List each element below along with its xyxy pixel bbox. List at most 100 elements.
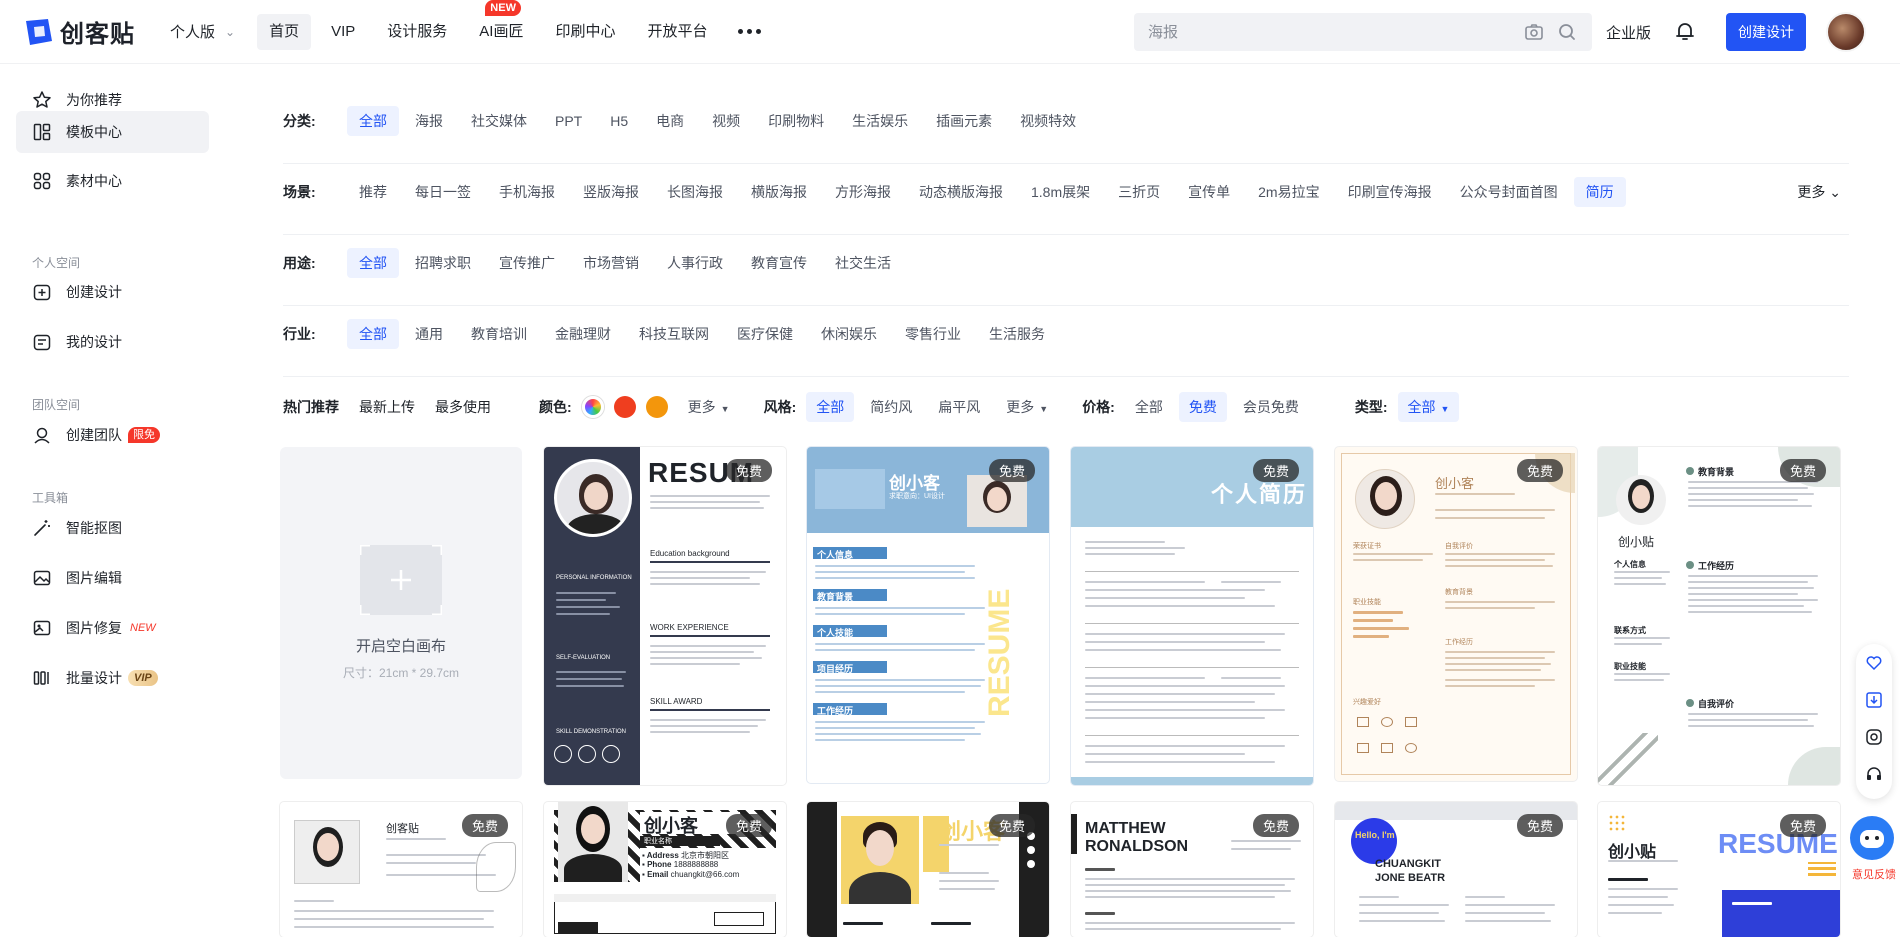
scene-option[interactable]: 方形海报 <box>823 177 903 207</box>
scene-option[interactable]: 动态横版海报 <box>907 177 1015 207</box>
industry-option[interactable]: 生活服务 <box>977 319 1057 349</box>
style-all[interactable]: 全部 <box>806 392 855 422</box>
sidebar-item-my-designs[interactable]: 我的设计 <box>16 321 209 363</box>
category-option[interactable]: 视频特效 <box>1008 106 1088 136</box>
color-more-button[interactable]: 更多 ▼ <box>678 392 740 422</box>
template-card[interactable]: 免费 Hello, I'm CHUANGKIT JONE BEATR <box>1335 802 1577 937</box>
scene-option[interactable]: 简历 <box>1573 177 1626 207</box>
style-minimal[interactable]: 简约风 <box>860 392 922 422</box>
industry-option[interactable]: 金融理财 <box>543 319 623 349</box>
scene-option[interactable]: 长图海报 <box>655 177 735 207</box>
color-orange-swatch[interactable] <box>645 396 668 418</box>
industry-option[interactable]: 医疗保健 <box>725 319 805 349</box>
industry-option[interactable]: 全部 <box>347 319 399 349</box>
sidebar-item-templates[interactable]: 模板中心 <box>16 111 209 153</box>
nav-item-open-platform[interactable]: 开放平台 <box>636 14 720 50</box>
sidebar-item-image-edit[interactable]: 图片编辑 <box>16 557 209 599</box>
headset-icon[interactable] <box>1856 755 1892 792</box>
search-input[interactable] <box>1134 23 1524 41</box>
nav-item-ai-artisan[interactable]: AI画匠 NEW <box>467 0 535 50</box>
scene-option[interactable]: 印刷宣传海报 <box>1336 177 1444 207</box>
usage-option[interactable]: 全部 <box>347 248 399 278</box>
industry-option[interactable]: 通用 <box>403 319 455 349</box>
create-design-button[interactable]: 创建设计 <box>1726 13 1806 51</box>
sort-newest[interactable]: 最新上传 <box>359 397 415 417</box>
camera-icon[interactable] <box>1524 22 1544 42</box>
category-option[interactable]: 社交媒体 <box>459 106 539 136</box>
industry-option[interactable]: 科技互联网 <box>627 319 721 349</box>
download-icon[interactable] <box>1856 681 1892 718</box>
usage-option[interactable]: 社交生活 <box>823 248 903 278</box>
usage-option[interactable]: 招聘求职 <box>403 248 483 278</box>
template-card[interactable]: 免费 个人简历 <box>1071 447 1313 785</box>
industry-option[interactable]: 休闲娱乐 <box>809 319 889 349</box>
favorite-icon[interactable] <box>1856 644 1892 681</box>
bell-icon[interactable] <box>1674 20 1696 42</box>
nav-item-home[interactable]: 首页 <box>257 13 312 50</box>
sidebar-item-batch-design[interactable]: 批量设计 VIP <box>16 657 209 699</box>
template-card[interactable]: 免费 创小客 荣获证书 自我评价 职业技能 教育背景 工作经历 兴趣爱好 <box>1335 447 1577 781</box>
category-option[interactable]: 印刷物料 <box>756 106 836 136</box>
price-all[interactable]: 全部 <box>1125 392 1173 422</box>
usage-option[interactable]: 宣传推广 <box>487 248 567 278</box>
scene-option[interactable]: 横版海报 <box>739 177 819 207</box>
sidebar-item-create-team[interactable]: 创建团队 限免 <box>16 414 209 456</box>
category-option[interactable]: 全部 <box>347 106 399 136</box>
blank-canvas-card[interactable]: 开启空白画布 尺寸：21cm * 29.7cm <box>280 447 522 779</box>
template-card[interactable]: 免费 创小客 职业名称 ▪ Address 北京市朝阳区 ▪ Phone 188… <box>544 802 786 937</box>
color-red-swatch[interactable] <box>613 396 636 418</box>
color-all-swatch[interactable] <box>581 396 604 418</box>
sort-most-used[interactable]: 最多使用 <box>435 397 491 417</box>
category-option[interactable]: H5 <box>598 106 640 136</box>
template-card[interactable]: 免费 创小贴 RESUME <box>1598 802 1840 937</box>
sidebar-item-image-repair[interactable]: 图片修复 NEW <box>16 607 209 649</box>
feedback-widget[interactable]: 意见反馈 <box>1848 816 1900 882</box>
industry-option[interactable]: 零售行业 <box>893 319 973 349</box>
enterprise-link[interactable]: 企业版 <box>1606 22 1651 43</box>
scene-option[interactable]: 手机海报 <box>487 177 567 207</box>
usage-option[interactable]: 教育宣传 <box>739 248 819 278</box>
category-option[interactable]: 视频 <box>700 106 752 136</box>
scene-option[interactable]: 1.8m展架 <box>1019 177 1102 207</box>
edition-switcher[interactable]: 个人版 ⌄ <box>170 21 235 42</box>
scene-option[interactable]: 2m易拉宝 <box>1246 177 1331 207</box>
usage-option[interactable]: 人事行政 <box>655 248 735 278</box>
sidebar-item-create-design[interactable]: 创建设计 <box>16 271 209 313</box>
template-card[interactable]: 免费 创小客 求职意向：UI设计 个人信息 教育背景 个人技能 项目经历 工作经… <box>807 447 1049 783</box>
share-icon[interactable] <box>1856 718 1892 755</box>
scene-option[interactable]: 三折页 <box>1106 177 1172 207</box>
style-flat[interactable]: 扁平风 <box>928 392 990 422</box>
template-card[interactable]: 免费 创客贴 <box>280 802 522 937</box>
category-option[interactable]: 电商 <box>644 106 696 136</box>
nav-item-design-service[interactable]: 设计服务 <box>375 14 459 50</box>
scene-option[interactable]: 竖版海报 <box>571 177 651 207</box>
category-option[interactable]: 生活娱乐 <box>840 106 920 136</box>
template-card[interactable]: 免费 PERSONAL INFORMATION SELF-EVALUATION … <box>544 447 786 785</box>
scene-more-button[interactable]: 更多 ⌄ <box>1797 177 1841 207</box>
style-more-button[interactable]: 更多 ▼ <box>996 392 1058 422</box>
category-option[interactable]: 海报 <box>403 106 455 136</box>
sort-hot[interactable]: 热门推荐 <box>283 397 339 417</box>
sidebar-item-materials[interactable]: 素材中心 <box>16 160 209 202</box>
more-icon[interactable] <box>728 14 771 50</box>
template-card[interactable]: 免费 创小贴 教育背景 工作经历 个人信息 联系方式 职业技能 自我评价 <box>1598 447 1840 785</box>
template-card[interactable]: 免费 MATTHEW RONALDSON <box>1071 802 1313 937</box>
category-option[interactable]: 插画元素 <box>924 106 1004 136</box>
scene-option[interactable]: 公众号封面首图 <box>1448 177 1570 207</box>
usage-option[interactable]: 市场营销 <box>571 248 651 278</box>
scene-option[interactable]: 推荐 <box>347 177 399 207</box>
search-icon[interactable] <box>1558 23 1576 41</box>
nav-item-vip[interactable]: VIP <box>319 14 367 50</box>
brand-logo[interactable]: 创客贴 <box>22 14 144 49</box>
sidebar-item-smart-cutout[interactable]: 智能抠图 <box>16 507 209 549</box>
type-select[interactable]: 全部 ▼ <box>1397 392 1460 422</box>
nav-item-print-center[interactable]: 印刷中心 <box>543 14 627 50</box>
avatar[interactable] <box>1826 12 1866 52</box>
category-option[interactable]: PPT <box>543 106 594 136</box>
scene-option[interactable]: 每日一签 <box>403 177 483 207</box>
scene-option[interactable]: 宣传单 <box>1176 177 1242 207</box>
industry-option[interactable]: 教育培训 <box>459 319 539 349</box>
template-card[interactable]: 免费 创小客 <box>807 802 1049 937</box>
price-member-free[interactable]: 会员免费 <box>1233 392 1309 422</box>
price-free[interactable]: 免费 <box>1178 392 1227 422</box>
